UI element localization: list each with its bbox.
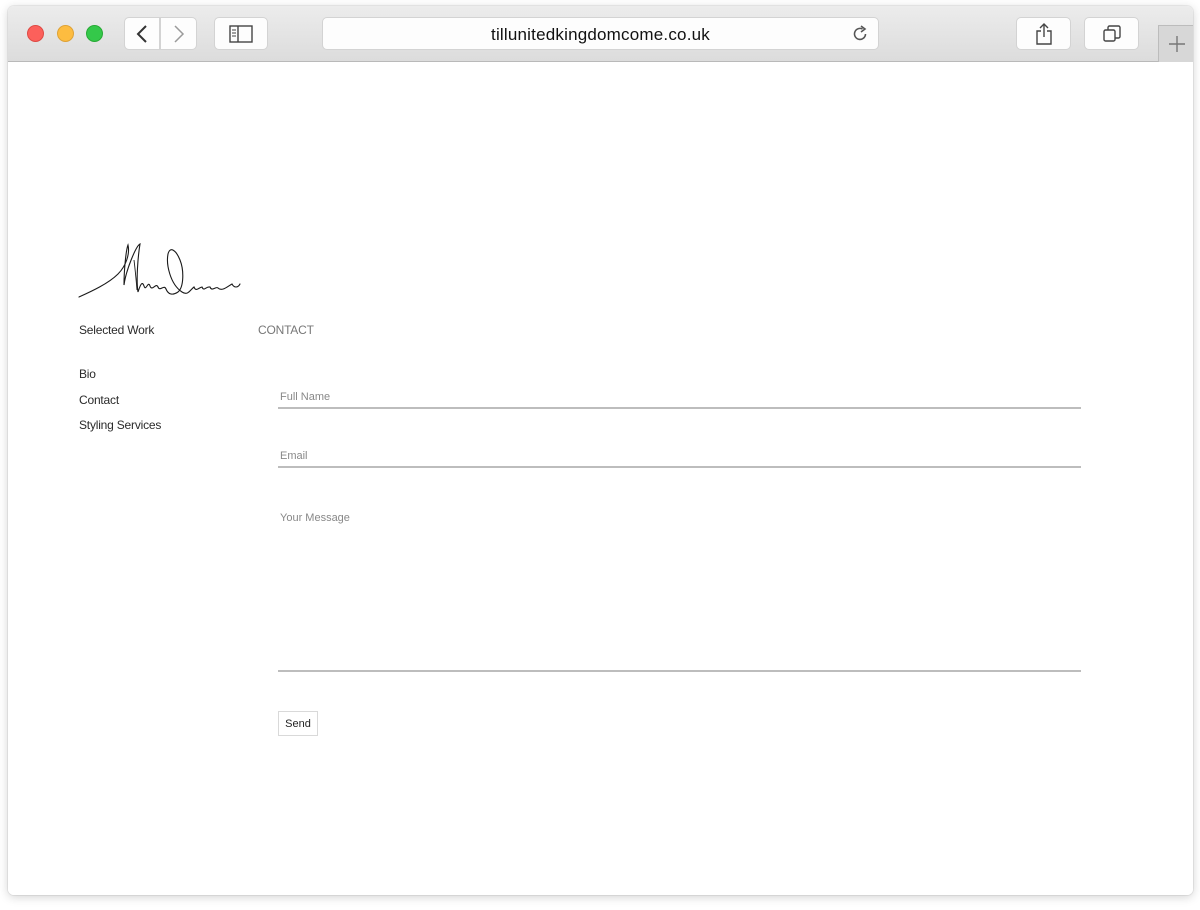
browser-window: tillunitedkingdomcome.co.uk Selected Wor… [8,6,1193,895]
message-textarea[interactable] [278,506,1081,672]
address-bar[interactable]: tillunitedkingdomcome.co.uk [322,17,879,50]
page-content: Selected Work CONTACT Bio Contact Stylin… [8,63,1193,895]
signature-logo[interactable] [78,240,248,302]
plus-icon [1168,36,1185,52]
send-button[interactable]: Send [278,711,318,736]
nav-item-contact[interactable]: Contact [79,393,161,419]
browser-toolbar: tillunitedkingdomcome.co.uk [8,6,1193,62]
chevron-right-icon [173,24,184,43]
close-window-button[interactable] [27,25,44,42]
sidebar-icon [229,24,253,43]
nav-selected-work[interactable]: Selected Work [79,323,154,337]
share-button[interactable] [1016,17,1071,50]
new-tab-button[interactable] [1158,25,1193,62]
tabs-icon [1102,24,1121,42]
share-icon [1035,22,1052,45]
nav-item-styling-services[interactable]: Styling Services [79,418,161,444]
nav-item-bio[interactable]: Bio [79,367,161,393]
back-button[interactable] [124,17,160,50]
page-title: CONTACT [258,323,314,337]
full-name-input[interactable] [278,387,1081,409]
sidebar-toggle-button[interactable] [214,17,268,50]
side-navigation: Bio Contact Styling Services [79,367,161,444]
minimize-window-button[interactable] [57,25,74,42]
chevron-left-icon [136,24,147,43]
url-text: tillunitedkingdomcome.co.uk [491,25,710,44]
reload-icon[interactable] [850,24,870,44]
email-input[interactable] [278,446,1081,468]
maximize-window-button[interactable] [86,25,103,42]
forward-button[interactable] [160,17,197,50]
show-tabs-button[interactable] [1084,17,1139,50]
